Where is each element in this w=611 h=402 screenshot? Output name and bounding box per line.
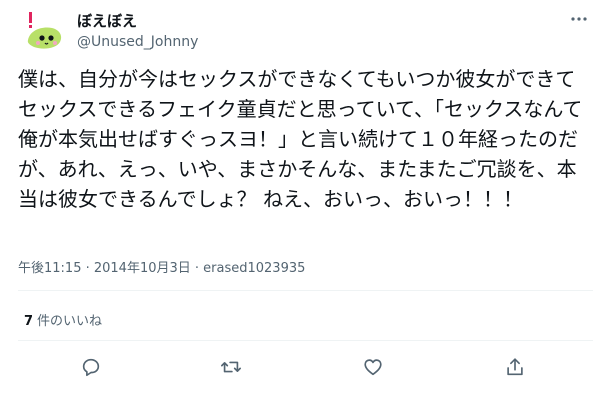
share-icon (507, 358, 523, 376)
divider-top (18, 290, 593, 291)
retweet-button[interactable] (216, 352, 246, 382)
author-name[interactable]: ぼえぼえ (77, 11, 137, 31)
action-bar (18, 352, 593, 382)
tweet-header: ぼえぼえ @Unused_Johnny (18, 8, 593, 56)
retweet-icon (221, 361, 241, 373)
likes-label: 件のいいね (37, 314, 103, 329)
reply-button[interactable] (76, 352, 106, 382)
like-button[interactable] (358, 352, 388, 382)
reply-icon (82, 358, 100, 377)
tweet-card: ぼえぼえ @Unused_Johnny 僕は、自分が今はセックスができなくてもい… (0, 0, 611, 402)
share-button[interactable] (500, 352, 530, 382)
tweet-text: 僕は、自分が今はセックスができなくてもいつか彼女ができてセックスできるフェイク童… (18, 67, 583, 211)
avatar-image (18, 8, 66, 56)
more-options-button[interactable] (567, 10, 591, 28)
heart-icon (364, 359, 382, 376)
divider-bottom (18, 340, 593, 341)
likes-count-link[interactable]: 7 件のいいね (24, 310, 102, 329)
avatar[interactable] (18, 8, 66, 56)
more-horizontal-icon (571, 17, 587, 21)
author-handle[interactable]: @Unused_Johnny (77, 32, 198, 52)
tweet-timestamp[interactable]: 午後11:15 · 2014年10月3日 · erased1023935 (18, 257, 305, 276)
likes-count: 7 (24, 314, 34, 329)
